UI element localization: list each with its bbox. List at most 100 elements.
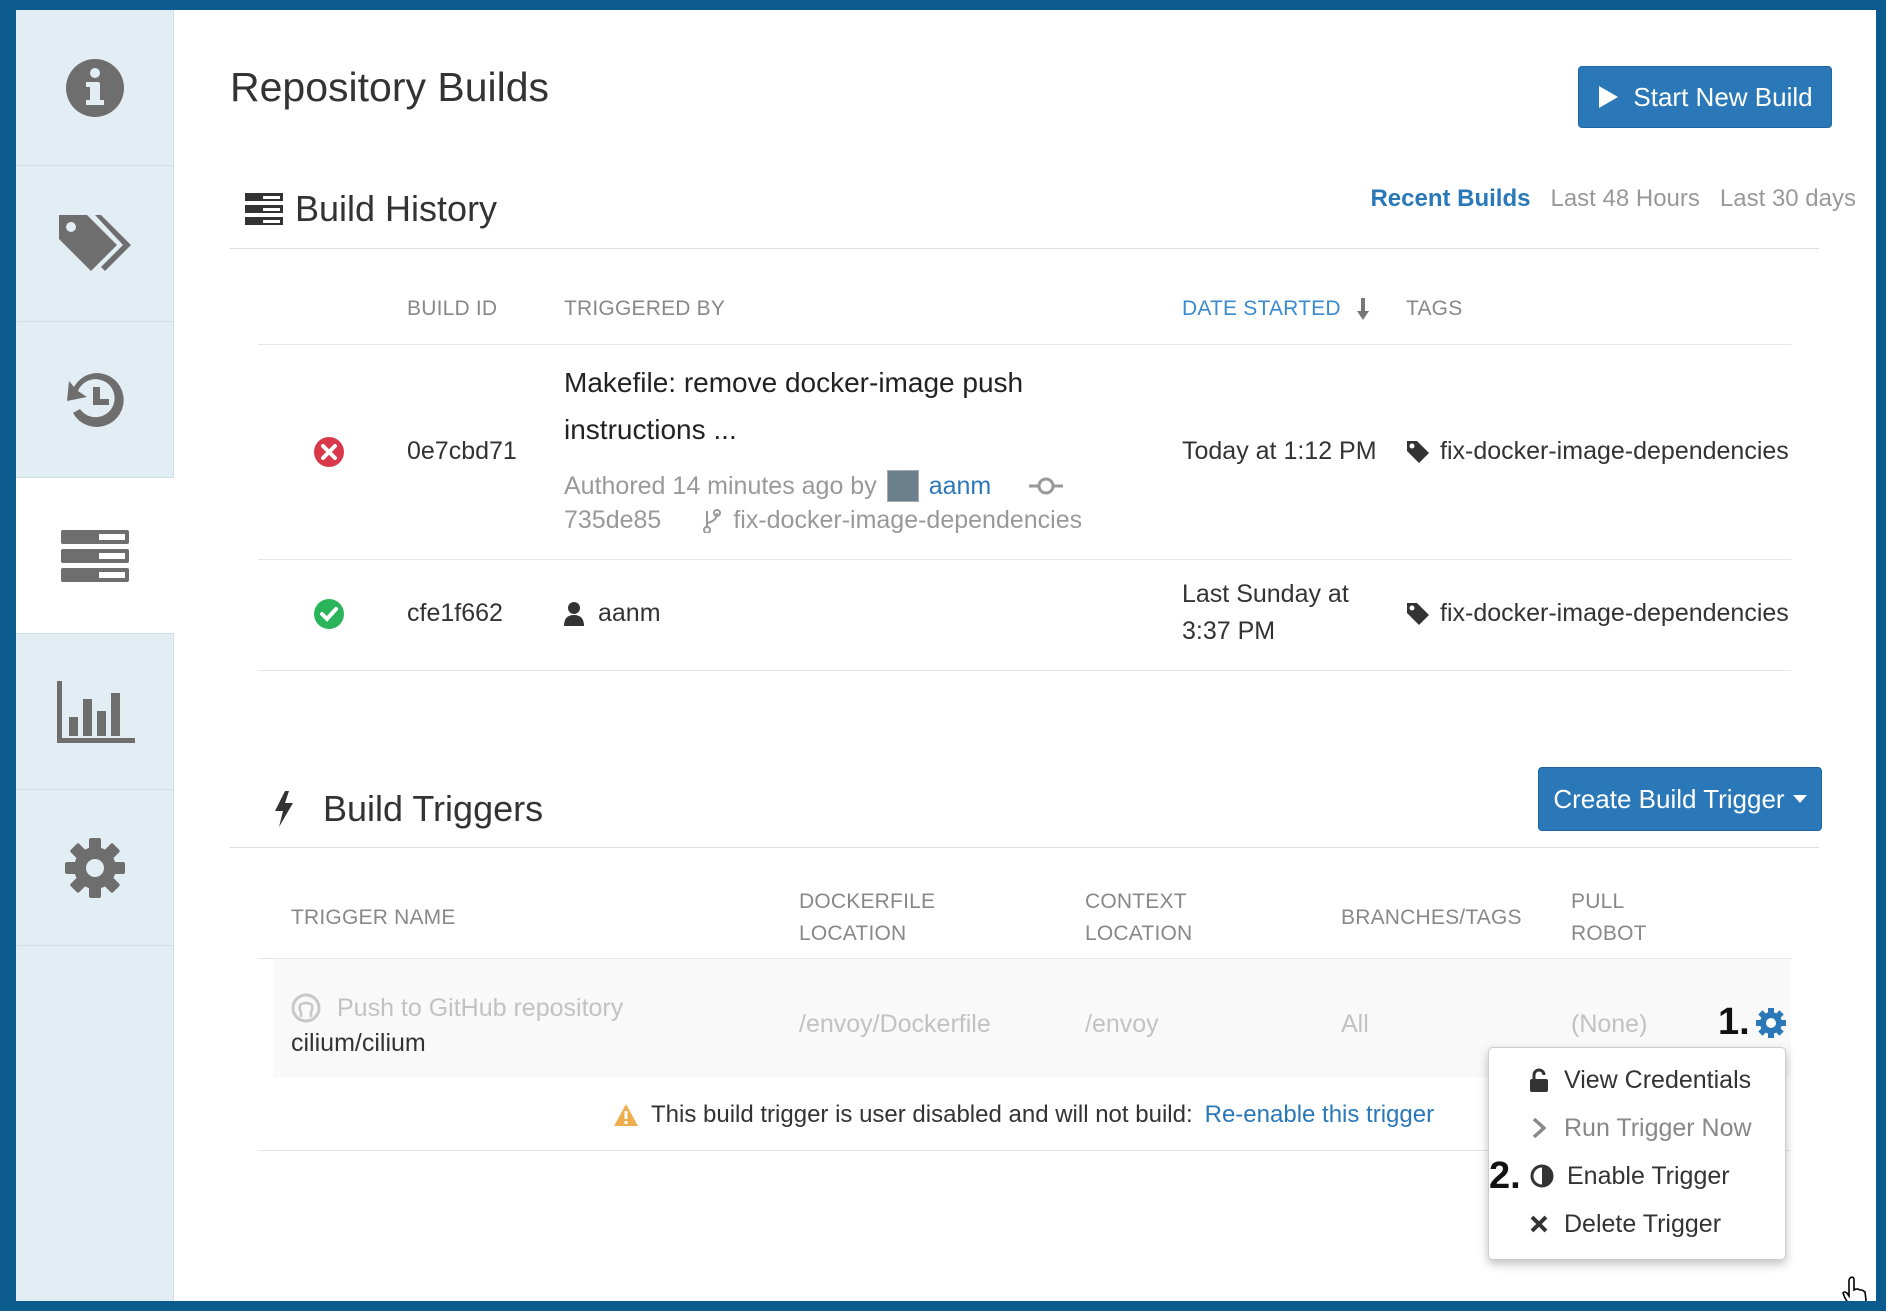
trigger-context: /envoy	[1085, 1010, 1159, 1038]
branch-name: fix-docker-image-dependencies	[733, 506, 1083, 534]
build-history-filters: Recent Builds Last 48 Hours Last 30 days	[1370, 185, 1856, 213]
menu-item-run-trigger-now[interactable]: Run Trigger Now	[1489, 1106, 1785, 1150]
tag-icon	[1407, 603, 1429, 626]
history-icon	[66, 372, 124, 427]
sidebar-item-info[interactable]	[16, 10, 173, 166]
bolt-icon	[275, 791, 293, 827]
row-divider	[258, 670, 1791, 671]
start-new-build-button[interactable]: Start New Build	[1578, 66, 1832, 128]
filter-recent-builds[interactable]: Recent Builds	[1370, 185, 1530, 213]
sidebar	[16, 10, 174, 1301]
commit-icon	[1029, 477, 1064, 495]
sidebar-item-settings[interactable]	[16, 790, 173, 946]
tag-cell: fix-docker-image-dependencies	[1406, 599, 1789, 628]
date-started: Today at 1:12 PM	[1182, 437, 1377, 465]
usage-chart-icon	[56, 680, 135, 743]
warning-text: This build trigger is user disabled and …	[651, 1101, 1193, 1128]
create-build-trigger-button[interactable]: Create Build Trigger	[1538, 767, 1822, 831]
trigger-repo-link[interactable]: cilium/cilium	[291, 1029, 426, 1058]
tag-icon	[1407, 441, 1429, 464]
build-success-icon	[314, 599, 344, 629]
triggered-user-name: aanm	[598, 599, 661, 627]
col-branches-tags: BRANCHES/TAGS	[1341, 906, 1522, 929]
tags-icon	[58, 214, 131, 271]
tag-cell: fix-docker-image-dependencies	[1406, 437, 1789, 466]
sidebar-item-builds[interactable]	[16, 478, 174, 634]
start-new-build-label: Start New Build	[1633, 81, 1813, 112]
menu-item-enable-trigger[interactable]: Enable Trigger	[1489, 1154, 1785, 1198]
filter-last-30-days[interactable]: Last 30 days	[1720, 185, 1856, 213]
col-dockerfile-location-2: LOCATION	[799, 922, 907, 945]
sidebar-item-history[interactable]	[16, 322, 173, 478]
commit-meta-line: 735de85 fix-docker-image-dependencies	[564, 506, 1082, 535]
col-tags[interactable]: TAGS	[1406, 292, 1462, 325]
page-title: Repository Builds	[230, 64, 550, 110]
commit-sha-link[interactable]: 735de85	[564, 506, 661, 535]
info-icon	[65, 58, 124, 117]
row-divider	[258, 559, 1791, 560]
col-dockerfile-location-1: DOCKERFILE	[799, 890, 936, 913]
chevron-right-icon	[1532, 1117, 1546, 1139]
trigger-branches: All	[1341, 1010, 1369, 1038]
commit-message-line2[interactable]: instructions ...	[564, 414, 737, 446]
build-id-link[interactable]: 0e7cbd71	[407, 437, 517, 466]
trigger-options-dropdown: View Credentials Run Trigger Now Enable …	[1488, 1047, 1786, 1260]
sidebar-item-tags[interactable]	[16, 166, 173, 322]
menu-item-label: Delete Trigger	[1564, 1209, 1722, 1238]
col-triggered-by[interactable]: TRIGGERED BY	[564, 292, 725, 325]
settings-gear-icon	[64, 837, 125, 898]
hand-cursor-icon	[1842, 1276, 1867, 1301]
unlock-icon	[1530, 1068, 1548, 1092]
menu-item-label: View Credentials	[1564, 1065, 1752, 1094]
trigger-name: Push to GitHub repository	[291, 993, 623, 1023]
trigger-dockerfile: /envoy/Dockerfile	[799, 1010, 991, 1038]
authored-prefix: Authored 14 minutes ago by	[564, 471, 877, 500]
date-started-line2: 3:37 PM	[1182, 617, 1276, 645]
branch-icon	[703, 508, 722, 533]
caret-down-icon	[1792, 795, 1807, 803]
trigger-name-text: Push to GitHub repository	[337, 993, 624, 1022]
filter-last-48-hours[interactable]: Last 48 Hours	[1550, 185, 1699, 213]
play-icon	[1599, 86, 1619, 108]
annotation-step-2: 2.	[1489, 1155, 1521, 1197]
col-pull-robot-1: PULL	[1571, 890, 1625, 913]
build-id-link[interactable]: cfe1f662	[407, 599, 503, 628]
col-build-id[interactable]: BUILD ID	[407, 292, 497, 325]
build-triggers-divider	[230, 847, 1819, 848]
half-circle-icon	[1530, 1164, 1554, 1188]
triggered-by-user: aanm	[564, 599, 661, 628]
col-pull-robot-2: ROBOT	[1571, 922, 1647, 945]
build-history-heading: Build History	[245, 188, 497, 230]
build-triggers-heading: Build Triggers	[273, 788, 543, 830]
sort-down-arrow-icon	[1356, 297, 1369, 320]
menu-item-delete-trigger[interactable]: Delete Trigger	[1489, 1202, 1785, 1246]
trigger-robot: (None)	[1571, 1010, 1648, 1038]
builds-icon	[61, 529, 129, 582]
build-triggers-title: Build Triggers	[323, 788, 544, 829]
app-window: Repository Builds Start New Build Build …	[16, 10, 1876, 1301]
menu-item-label: Enable Trigger	[1567, 1161, 1730, 1190]
date-started-line1: Last Sunday at	[1182, 580, 1349, 608]
col-trigger-name: TRIGGER NAME	[291, 906, 456, 929]
trigger-settings-gear-icon[interactable]	[1755, 1007, 1787, 1039]
sidebar-item-usage[interactable]	[16, 634, 173, 790]
tag-link[interactable]: fix-docker-image-dependencies	[1440, 437, 1789, 465]
author-link[interactable]: aanm	[929, 472, 992, 501]
col-date-started[interactable]: DATE STARTED	[1182, 292, 1369, 325]
avatar	[886, 470, 919, 502]
build-failed-icon	[314, 437, 344, 467]
menu-item-view-credentials[interactable]: View Credentials	[1489, 1058, 1785, 1102]
warning-icon	[614, 1104, 638, 1126]
col-date-started-label: DATE STARTED	[1182, 297, 1341, 320]
close-x-icon	[1530, 1215, 1548, 1233]
commit-message-line1: Makefile: remove docker-image push	[564, 367, 1024, 398]
disabled-warning: This build trigger is user disabled and …	[613, 1101, 1434, 1129]
annotation-step-1: 1.	[1718, 1001, 1750, 1043]
user-icon	[564, 601, 584, 626]
build-history-icon	[245, 193, 283, 225]
tag-link[interactable]: fix-docker-image-dependencies	[1440, 599, 1789, 627]
github-icon	[291, 993, 321, 1023]
reenable-trigger-link[interactable]: Re-enable this trigger	[1205, 1101, 1434, 1129]
create-build-trigger-label: Create Build Trigger	[1553, 783, 1785, 814]
menu-item-label: Run Trigger Now	[1564, 1113, 1752, 1142]
